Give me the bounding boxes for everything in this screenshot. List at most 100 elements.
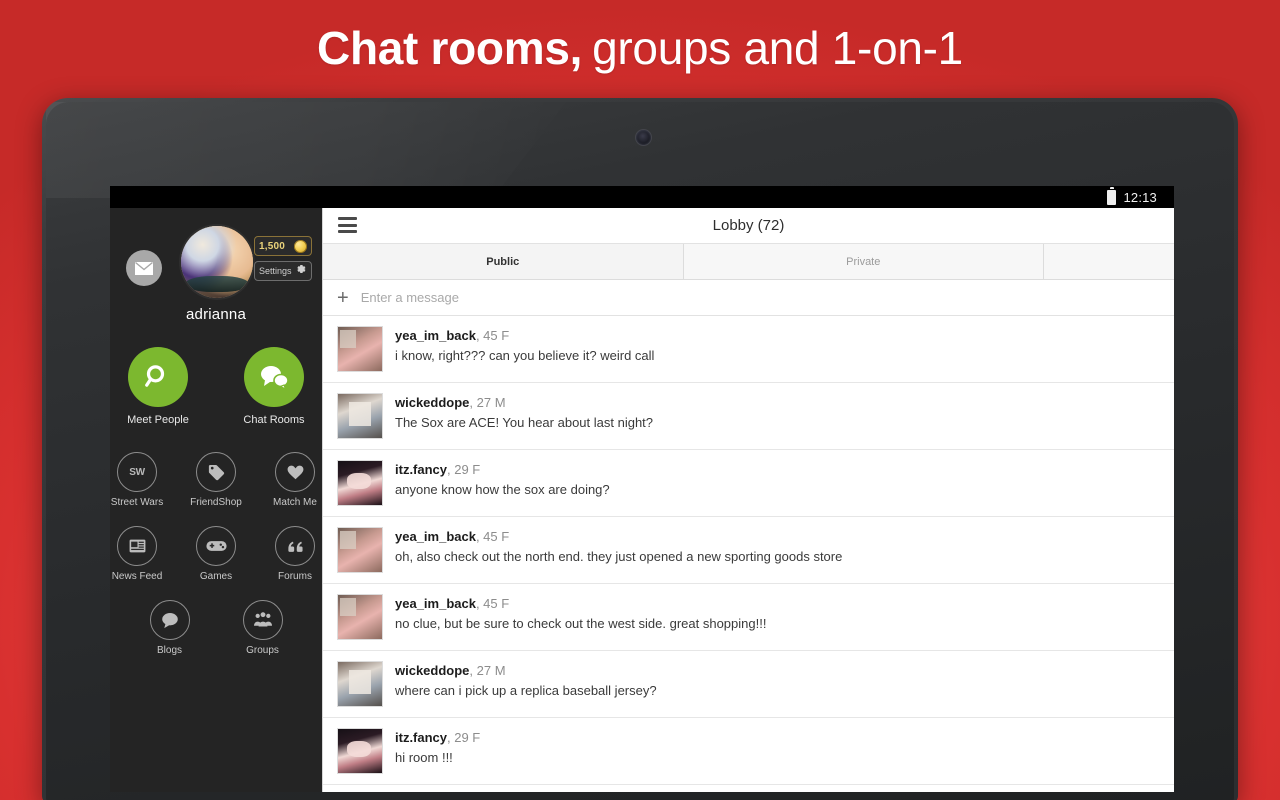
message-avatar[interactable] [337, 460, 383, 506]
sidebar-item-blogs[interactable]: Blogs [136, 600, 204, 656]
coin-balance-badge[interactable]: 1,500 [254, 236, 312, 256]
sidebar-item-label: Blogs [156, 645, 182, 656]
message-meta: itz.fancy, 29 F [395, 730, 480, 745]
sidebar-item-forums[interactable]: Forums [268, 526, 322, 582]
message-username[interactable]: wickeddope [395, 663, 469, 678]
sidebar-item-label: Meet People [127, 414, 189, 426]
coin-icon [294, 239, 307, 253]
gear-icon [295, 262, 307, 280]
message-row[interactable]: yea_im_back, 45 F no clue, but be sure to… [323, 584, 1174, 651]
message-body: itz.fancy, 29 F hi room !!! [395, 728, 480, 774]
message-row[interactable]: yea_im_back, 45 F oh, also check out the … [323, 517, 1174, 584]
message-row[interactable]: wickeddope, 27 M where can i pick up a re… [323, 651, 1174, 718]
message-user-details: , 29 F [447, 462, 481, 477]
message-meta: wickeddope, 27 M [395, 663, 657, 678]
message-row[interactable]: itz.fancy, 29 F anyone know how the sox a… [323, 450, 1174, 517]
message-user-details: , 29 F [447, 730, 481, 745]
chat-panel: Lobby (72) Public Private + yea_im_back,… [322, 208, 1174, 792]
tablet-screen: 12:13 1,500 Settings adrianna Meet Peopl… [110, 186, 1174, 792]
message-row[interactable]: itz.fancy, 29 F hi room !!! [323, 718, 1174, 785]
message-input[interactable] [360, 290, 1174, 305]
message-composer: + [323, 280, 1174, 316]
message-username[interactable]: yea_im_back [395, 529, 476, 544]
message-meta: yea_im_back, 45 F [395, 529, 842, 544]
message-avatar[interactable] [337, 594, 383, 640]
message-text: where can i pick up a replica baseball j… [395, 683, 657, 698]
app-window: 1,500 Settings adrianna Meet People Chat… [110, 208, 1174, 792]
chat-bubbles-icon [244, 347, 304, 407]
message-avatar[interactable] [337, 728, 383, 774]
tab-public[interactable]: Public [323, 244, 684, 279]
sidebar-item-street-wars[interactable]: SW Street Wars [110, 452, 164, 508]
profile-badges: 1,500 Settings [254, 236, 312, 281]
message-meta: wickeddope, 27 M [395, 395, 653, 410]
message-avatar[interactable] [337, 393, 383, 439]
tab-private[interactable]: Private [684, 244, 1044, 279]
message-body: itz.fancy, 29 F anyone know how the sox a… [395, 460, 610, 506]
sidebar-item-news-feed[interactable]: News Feed [110, 526, 164, 582]
message-username[interactable]: wickeddope [395, 395, 469, 410]
heart-icon [275, 452, 315, 492]
message-username[interactable]: yea_im_back [395, 596, 476, 611]
nav-row: SW Street Wars FriendShop Match Me [110, 452, 322, 508]
message-meta: yea_im_back, 45 F [395, 328, 654, 343]
sidebar-item-chat-rooms[interactable]: Chat Rooms [240, 347, 308, 426]
message-text: oh, also check out the north end. they j… [395, 549, 843, 564]
front-camera-icon [636, 130, 651, 145]
sidebar-item-friendshop[interactable]: FriendShop [189, 452, 243, 508]
price-tag-icon [196, 452, 236, 492]
message-avatar[interactable] [337, 661, 383, 707]
tab-empty[interactable] [1044, 244, 1174, 279]
speech-bubble-icon [149, 600, 190, 640]
sidebar-item-label: Forums [278, 571, 312, 582]
message-row[interactable]: yea_im_back, 45 F i know, right??? can yo… [323, 316, 1174, 383]
message-body: yea_im_back, 45 F no clue, but be sure to… [395, 594, 766, 640]
message-list[interactable]: yea_im_back, 45 Fi know, right??? can yo… [323, 316, 1174, 792]
message-username[interactable]: itz.fancy [395, 730, 447, 745]
sidebar: 1,500 Settings adrianna Meet People Chat… [110, 208, 322, 792]
sidebar-item-label: News Feed [111, 571, 163, 582]
message-avatar[interactable] [337, 527, 383, 573]
bezel-glare [46, 102, 566, 198]
sw-monogram-icon: SW [117, 452, 157, 492]
sidebar-item-games[interactable]: Games [189, 526, 243, 582]
message-body: yea_im_back, 45 F oh, also check out the … [395, 527, 842, 573]
message-text: hi room !!! [395, 750, 453, 765]
sidebar-item-label: Games [199, 571, 233, 582]
message-body: yea_im_back, 45 F i know, right??? can yo… [395, 326, 654, 372]
message-avatar[interactable] [337, 326, 383, 372]
message-meta: yea_im_back, 45 F [395, 596, 766, 611]
tablet-device: 12:13 1,500 Settings adrianna Meet Peopl… [42, 98, 1238, 800]
message-username[interactable]: itz.fancy [395, 462, 447, 477]
quote-icon [275, 526, 315, 566]
primary-nav: Meet People Chat Rooms [110, 347, 322, 426]
avatar[interactable] [181, 226, 253, 298]
secondary-nav: SW Street Wars FriendShop Match Me News … [110, 452, 322, 656]
settings-button[interactable]: Settings [254, 261, 312, 281]
sidebar-item-label: Groups [246, 645, 279, 656]
mail-button[interactable] [126, 250, 162, 286]
coin-balance-value: 1,500 [259, 240, 286, 252]
magnifier-icon [128, 347, 188, 407]
headline-bold-text: Chat rooms, [317, 21, 583, 74]
message-row[interactable]: wickeddope, 27 M The Sox are ACE! You hea… [323, 383, 1174, 450]
sidebar-item-groups[interactable]: Groups [229, 600, 297, 656]
message-meta: itz.fancy, 29 F [395, 462, 610, 477]
message-user-details: , 45 F [475, 596, 510, 611]
status-clock: 12:13 [1123, 189, 1157, 205]
message-user-details: , 27 M [469, 395, 506, 410]
headline-light-text: groups and 1-on-1 [592, 21, 963, 74]
plus-icon[interactable]: + [337, 288, 349, 308]
sidebar-item-meet-people[interactable]: Meet People [124, 347, 192, 426]
profile-header: 1,500 Settings [110, 208, 322, 304]
sidebar-item-match-me[interactable]: Match Me [268, 452, 322, 508]
avatar-accessory [185, 276, 249, 292]
hamburger-menu-icon[interactable] [338, 217, 357, 233]
envelope-icon [135, 261, 153, 275]
sidebar-item-label: Match Me [273, 497, 317, 508]
android-status-bar: 12:13 [110, 186, 1174, 208]
message-body: wickeddope, 27 M The Sox are ACE! You hea… [395, 393, 653, 439]
chat-tabs: Public Private [323, 244, 1174, 280]
message-username[interactable]: yea_im_back [395, 328, 476, 343]
message-text: The Sox are ACE! You hear about last nig… [395, 415, 654, 430]
